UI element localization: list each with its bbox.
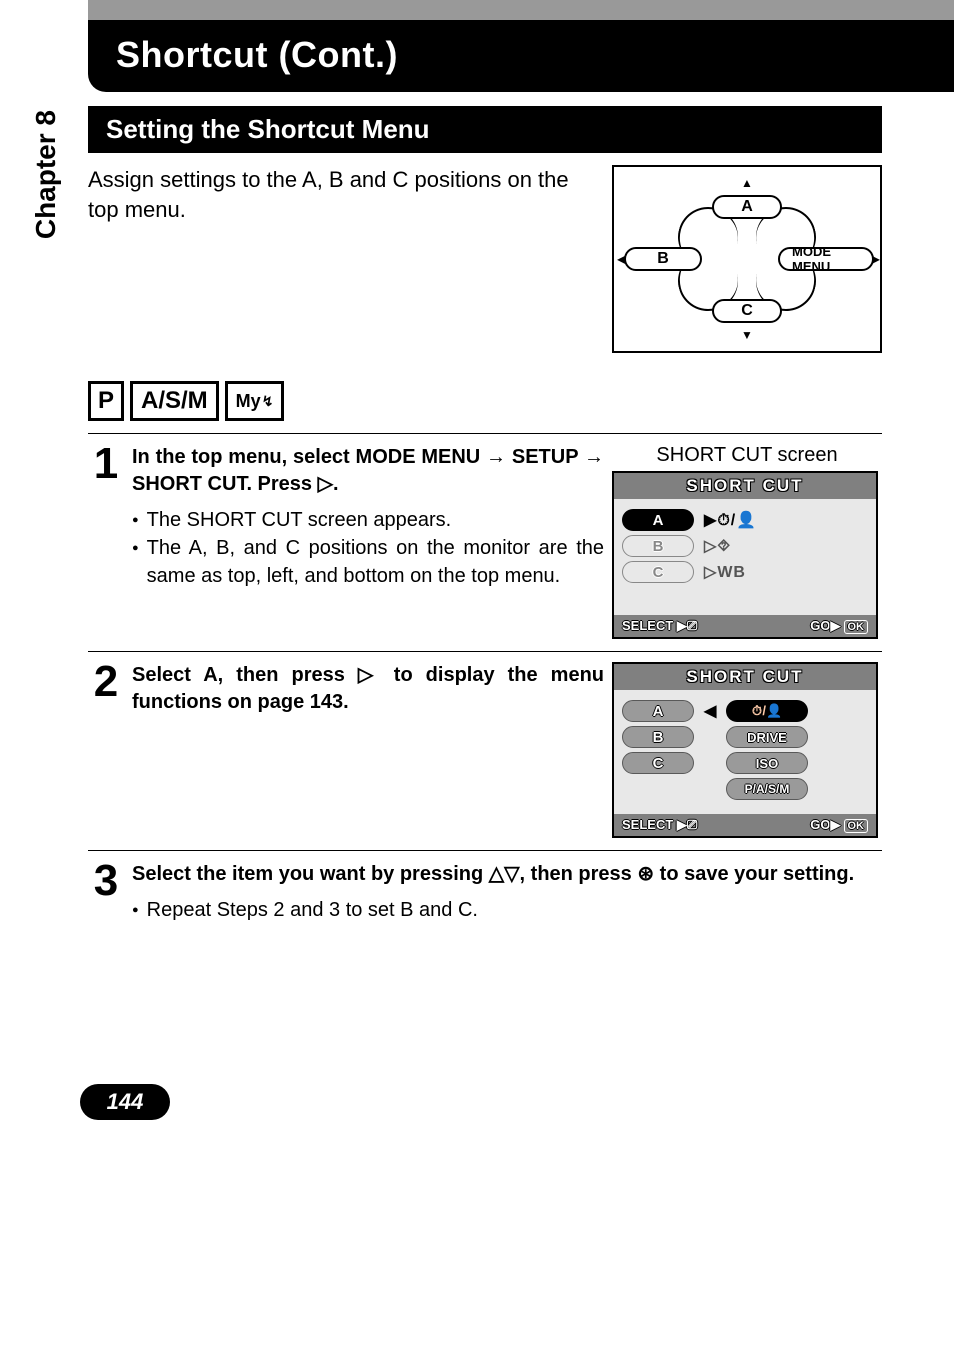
lcd2-row-b: B bbox=[622, 726, 694, 748]
lcd1-go-label: GO bbox=[810, 618, 830, 633]
step1-instruction: In the top menu, select MODE MENU → SETU… bbox=[132, 444, 604, 498]
mode-my-badge: My↯ bbox=[225, 381, 285, 421]
step3-text-b: , then press bbox=[520, 863, 638, 885]
screen-caption: SHORT CUT screen bbox=[612, 444, 882, 467]
page-title-bar: Shortcut (Cont.) bbox=[88, 0, 954, 92]
intro-text: Assign settings to the A, B and C positi… bbox=[88, 165, 584, 353]
arrow-up-icon: ▲ bbox=[741, 177, 753, 189]
wb-icon: ▷WB bbox=[704, 562, 746, 582]
step1-text-d: . bbox=[333, 473, 339, 495]
step-number-1: 1 bbox=[88, 444, 124, 484]
lcd2-opt-iso: ISO bbox=[726, 752, 808, 774]
step-number-3: 3 bbox=[88, 861, 124, 901]
lcd2-row-c: C bbox=[622, 752, 694, 774]
mode-asm-badge: A/S/M bbox=[130, 381, 219, 421]
lcd-screen-1: SHORT CUT A ▶⏱/👤 B ▷⯑ C ▷WB bbox=[612, 471, 878, 639]
lcd1-select-label: SELECT bbox=[622, 618, 673, 633]
lcd-screen-2: SHORT CUT A ◀ ⏱/👤 B DRIVE bbox=[612, 662, 878, 838]
lcd2-title: SHORT CUT bbox=[614, 664, 876, 690]
dpad-b-button: B bbox=[624, 247, 702, 271]
page-number: 144 bbox=[80, 1084, 170, 1120]
chapter-tab: Chapter 8 bbox=[30, 110, 62, 239]
divider bbox=[88, 850, 882, 851]
lcd2-opt-pasm: P/A/S/M bbox=[726, 778, 808, 800]
step1-text-c: SHORT CUT. Press bbox=[132, 473, 318, 495]
step2-text-a: Select A, then press bbox=[132, 664, 358, 686]
divider bbox=[88, 433, 882, 434]
step1-text-a: In the top menu, select MODE MENU bbox=[132, 446, 486, 468]
triangle-up-icon: △ bbox=[489, 863, 504, 885]
arrow-right-icon: → bbox=[584, 446, 604, 468]
triangle-down-icon: ▽ bbox=[504, 863, 519, 885]
ok-icon: OK bbox=[844, 620, 869, 634]
dpad-modemenu-button: MODE MENU bbox=[778, 247, 874, 271]
dpad-c-button: C bbox=[712, 299, 782, 323]
step1-bullet2: The A, B, and C positions on the monitor… bbox=[147, 534, 604, 590]
arrow-right-icon: → bbox=[486, 446, 506, 468]
lcd2-go-label: GO bbox=[810, 817, 830, 832]
lcd1-row-a: A bbox=[622, 509, 694, 531]
triangle-right-icon: ▷ bbox=[358, 664, 381, 686]
lcd2-row-a: A bbox=[622, 700, 694, 722]
lcd2-opt-drive: DRIVE bbox=[726, 726, 808, 748]
lcd1-title: SHORT CUT bbox=[614, 473, 876, 499]
step3-bullet1: Repeat Steps 2 and 3 to set B and C. bbox=[147, 896, 478, 924]
lcd1-row-b: B bbox=[622, 535, 694, 557]
step-number-2: 2 bbox=[88, 662, 124, 702]
dpad-a-button: A bbox=[712, 195, 782, 219]
mode-my-label: My bbox=[236, 391, 261, 412]
step1-bullet1: The SHORT CUT screen appears. bbox=[147, 506, 452, 534]
divider bbox=[88, 651, 882, 652]
lcd1-footer: SELECT ▶⎚ GO▶OK bbox=[614, 615, 876, 637]
lcd2-opt-selected: ⏱/👤 bbox=[726, 700, 808, 722]
triangle-right-icon: ▷ bbox=[318, 473, 333, 495]
step1-text-b: SETUP bbox=[506, 446, 584, 468]
mode-p-badge: P bbox=[88, 381, 124, 421]
timer-face-icon: ▶⏱/👤 bbox=[704, 510, 757, 530]
step3-instruction: Select the item you want by pressing △▽,… bbox=[132, 861, 882, 888]
ok-icon: OK bbox=[844, 819, 869, 833]
section-heading: Setting the Shortcut Menu bbox=[88, 106, 882, 153]
af-icon: ▷⯑ bbox=[704, 536, 731, 556]
ok-button-icon: ⊛ bbox=[637, 863, 654, 885]
arrow-down-icon: ▼ bbox=[741, 329, 753, 341]
lcd1-row-c: C bbox=[622, 561, 694, 583]
lcd2-footer: SELECT ▶⎚ GO▶OK bbox=[614, 814, 876, 836]
lcd2-select-label: SELECT bbox=[622, 817, 673, 832]
step3-text-a: Select the item you want by pressing bbox=[132, 863, 489, 885]
mode-badges: P A/S/M My↯ bbox=[88, 381, 882, 421]
step2-instruction: Select A, then press ▷ to display the me… bbox=[132, 662, 604, 716]
dpad-diagram: ▲ ▼ ◀ ▶ A B C MODE MENU bbox=[612, 165, 882, 353]
page-title: Shortcut (Cont.) bbox=[116, 34, 398, 75]
step3-text-c: to save your setting. bbox=[654, 863, 854, 885]
